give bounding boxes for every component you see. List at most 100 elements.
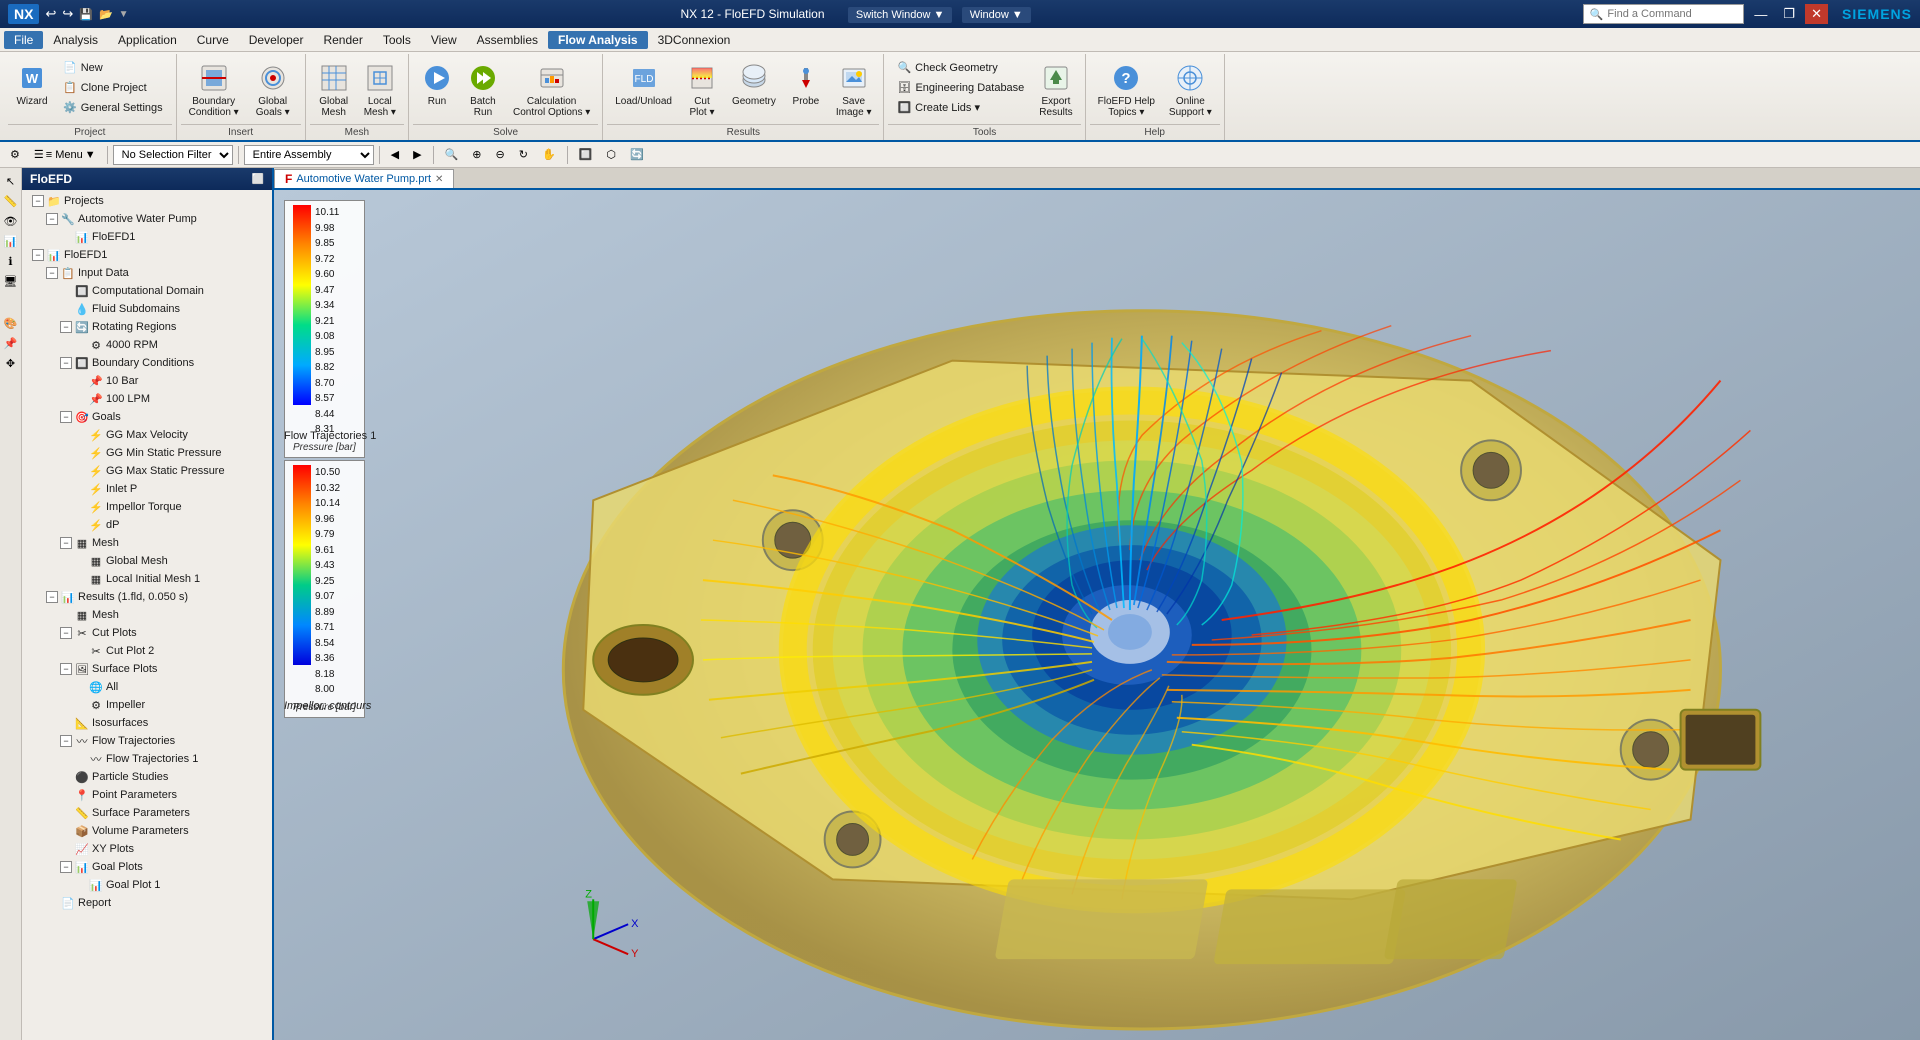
sidebar-header-minimize[interactable]: ⬜ bbox=[252, 174, 264, 185]
tree-item-results[interactable]: −📊Results (1.fld, 0.050 s) bbox=[22, 588, 272, 606]
tree-expand-floefd1[interactable]: − bbox=[32, 249, 44, 261]
menu-button[interactable]: ☰ ≡ Menu ▼ bbox=[28, 145, 102, 164]
viewport-tab-active[interactable]: F Automotive Water Pump.prt ✕ bbox=[274, 169, 454, 188]
geometry-button[interactable]: Geometry bbox=[726, 58, 782, 111]
view-fit-btn[interactable]: 🔍 bbox=[439, 145, 465, 164]
tree-item-impeller[interactable]: ⚙Impeller bbox=[22, 696, 272, 714]
tree-item-floefd1[interactable]: −📊FloEFD1 bbox=[22, 246, 272, 264]
tree-item-impellor-torque[interactable]: ⚡Impellor Torque bbox=[22, 498, 272, 516]
find-command-input[interactable] bbox=[1607, 8, 1737, 20]
tree-item-boundary-conditions[interactable]: −🔲Boundary Conditions bbox=[22, 354, 272, 372]
tree-expand-surface-plots[interactable]: − bbox=[60, 663, 72, 675]
tree-item-100lpm[interactable]: 📌100 LPM bbox=[22, 390, 272, 408]
check-geometry-button[interactable]: 🔍 Check Geometry bbox=[890, 58, 1031, 77]
assembly-select[interactable]: Entire Assembly bbox=[244, 145, 374, 165]
menu-tools[interactable]: Tools bbox=[373, 31, 421, 49]
tree-item-projects[interactable]: −📁Projects bbox=[22, 192, 272, 210]
left-icon-snap[interactable]: 📌 bbox=[2, 334, 20, 352]
view-orient-btn[interactable]: 🔄 bbox=[624, 145, 650, 164]
tree-expand-auto-water-pump[interactable]: − bbox=[46, 213, 58, 225]
selection-filter-select[interactable]: No Selection Filter bbox=[113, 145, 233, 165]
menu-developer[interactable]: Developer bbox=[239, 31, 314, 49]
tree-expand-flow-traj[interactable]: − bbox=[60, 735, 72, 747]
tree-item-surface-plots[interactable]: −🖼Surface Plots bbox=[22, 660, 272, 678]
left-icon-display[interactable]: 🖥 bbox=[2, 272, 20, 290]
tree-item-global-mesh[interactable]: ▦Global Mesh bbox=[22, 552, 272, 570]
tree-expand-cut-plots[interactable]: − bbox=[60, 627, 72, 639]
left-icon-move[interactable]: ✥ bbox=[2, 354, 20, 372]
menu-3dconnexion[interactable]: 3DConnexion bbox=[648, 31, 741, 49]
wizard-button[interactable]: W Wizard bbox=[10, 58, 54, 111]
save-image-button[interactable]: SaveImage ▾ bbox=[830, 58, 878, 122]
switch-window-btn[interactable]: Switch Window ▼ bbox=[848, 7, 953, 23]
tree-item-10bar[interactable]: 📌10 Bar bbox=[22, 372, 272, 390]
quick-access-redo[interactable]: ↪ bbox=[62, 6, 73, 22]
global-mesh-button[interactable]: GlobalMesh bbox=[312, 58, 356, 122]
menu-analysis[interactable]: Analysis bbox=[43, 31, 108, 49]
left-icon-select[interactable]: ↖ bbox=[2, 172, 20, 190]
menu-flow-analysis[interactable]: Flow Analysis bbox=[548, 31, 648, 49]
menu-render[interactable]: Render bbox=[313, 31, 372, 49]
tree-item-mesh-results[interactable]: ▦Mesh bbox=[22, 606, 272, 624]
tree-expand-boundary-conditions[interactable]: − bbox=[60, 357, 72, 369]
close-button[interactable]: ✕ bbox=[1805, 4, 1828, 24]
tree-item-volume-params[interactable]: 📦Volume Parameters bbox=[22, 822, 272, 840]
view-rotate-btn[interactable]: ↻ bbox=[513, 145, 534, 164]
quick-access-open[interactable]: 📂 bbox=[99, 8, 113, 21]
view-zoom-in-btn[interactable]: ⊕ bbox=[466, 145, 487, 164]
menu-file[interactable]: File bbox=[4, 31, 43, 49]
tree-area[interactable]: −📁Projects−🔧Automotive Water Pump📊FloEFD… bbox=[22, 190, 272, 1040]
view-pan-btn[interactable]: ✋ bbox=[536, 145, 562, 164]
new-button[interactable]: 📄 New bbox=[56, 58, 170, 77]
calc-control-button[interactable]: CalculationControl Options ▾ bbox=[507, 58, 596, 122]
quick-access-undo[interactable]: ↩ bbox=[45, 6, 56, 22]
probe-button[interactable]: Probe bbox=[784, 58, 828, 111]
boundary-condition-button[interactable]: BoundaryCondition ▾ bbox=[183, 58, 245, 122]
tree-item-flow-traj[interactable]: −〰Flow Trajectories bbox=[22, 732, 272, 750]
export-results-button[interactable]: ExportResults bbox=[1033, 58, 1078, 122]
view-zoom-out-btn[interactable]: ⊖ bbox=[490, 145, 511, 164]
toolbar-back-btn[interactable]: ◀ bbox=[385, 145, 405, 164]
tree-expand-goals[interactable]: − bbox=[60, 411, 72, 423]
batch-run-button[interactable]: BatchRun bbox=[461, 58, 505, 122]
tree-item-goals[interactable]: −🎯Goals bbox=[22, 408, 272, 426]
menu-view[interactable]: View bbox=[421, 31, 467, 49]
tree-expand-goal-plots[interactable]: − bbox=[60, 861, 72, 873]
create-lids-button[interactable]: 🔲 Create Lids ▾ bbox=[890, 98, 1031, 117]
floefd-help-button[interactable]: ? FloEFD HelpTopics ▾ bbox=[1092, 58, 1161, 122]
tree-item-auto-water-pump[interactable]: −🔧Automotive Water Pump bbox=[22, 210, 272, 228]
tree-item-point-params[interactable]: 📍Point Parameters bbox=[22, 786, 272, 804]
tree-item-xy-plots[interactable]: 📈XY Plots bbox=[22, 840, 272, 858]
minimize-button[interactable]: — bbox=[1748, 5, 1773, 24]
menu-assemblies[interactable]: Assemblies bbox=[467, 31, 548, 49]
tree-item-report[interactable]: 📄Report bbox=[22, 894, 272, 912]
engineering-database-button[interactable]: 🗄 Engineering Database bbox=[890, 78, 1031, 97]
left-icon-view[interactable]: 👁 bbox=[2, 212, 20, 230]
left-icon-info[interactable]: ℹ bbox=[2, 252, 20, 270]
local-mesh-button[interactable]: LocalMesh ▾ bbox=[358, 58, 402, 122]
tree-item-inlet-p[interactable]: ⚡Inlet P bbox=[22, 480, 272, 498]
tree-item-rotating-regions[interactable]: −🔄Rotating Regions bbox=[22, 318, 272, 336]
find-command-box[interactable]: 🔍 bbox=[1583, 4, 1745, 24]
tree-expand-mesh[interactable]: − bbox=[60, 537, 72, 549]
tree-item-gg-min-static[interactable]: ⚡GG Min Static Pressure bbox=[22, 444, 272, 462]
general-settings-button[interactable]: ⚙️ General Settings bbox=[56, 98, 170, 117]
tree-item-goal-plot-1[interactable]: 📊Goal Plot 1 bbox=[22, 876, 272, 894]
tree-item-input-data[interactable]: −📋Input Data bbox=[22, 264, 272, 282]
toolbar-settings-button[interactable]: ⚙ bbox=[4, 145, 26, 164]
online-support-button[interactable]: OnlineSupport ▾ bbox=[1163, 58, 1218, 122]
tree-item-particle-studies[interactable]: ⚫Particle Studies bbox=[22, 768, 272, 786]
run-button[interactable]: Run bbox=[415, 58, 459, 111]
tree-expand-projects[interactable]: − bbox=[32, 195, 44, 207]
menu-application[interactable]: Application bbox=[108, 31, 187, 49]
tree-item-flow-traj-1[interactable]: 〰Flow Trajectories 1 bbox=[22, 750, 272, 768]
tree-item-gg-max-vel[interactable]: ⚡GG Max Velocity bbox=[22, 426, 272, 444]
tree-item-goal-plots[interactable]: −📊Goal Plots bbox=[22, 858, 272, 876]
cut-plot-button[interactable]: CutPlot ▾ bbox=[680, 58, 724, 122]
tree-item-surface-params[interactable]: 📏Surface Parameters bbox=[22, 804, 272, 822]
tree-item-4000rpm[interactable]: ⚙4000 RPM bbox=[22, 336, 272, 354]
tree-item-fluid-subdomains[interactable]: 💧Fluid Subdomains bbox=[22, 300, 272, 318]
tree-item-cut-plots[interactable]: −✂Cut Plots bbox=[22, 624, 272, 642]
clone-project-button[interactable]: 📋 Clone Project bbox=[56, 78, 170, 97]
window-menu-btn[interactable]: Window ▼ bbox=[962, 7, 1031, 23]
